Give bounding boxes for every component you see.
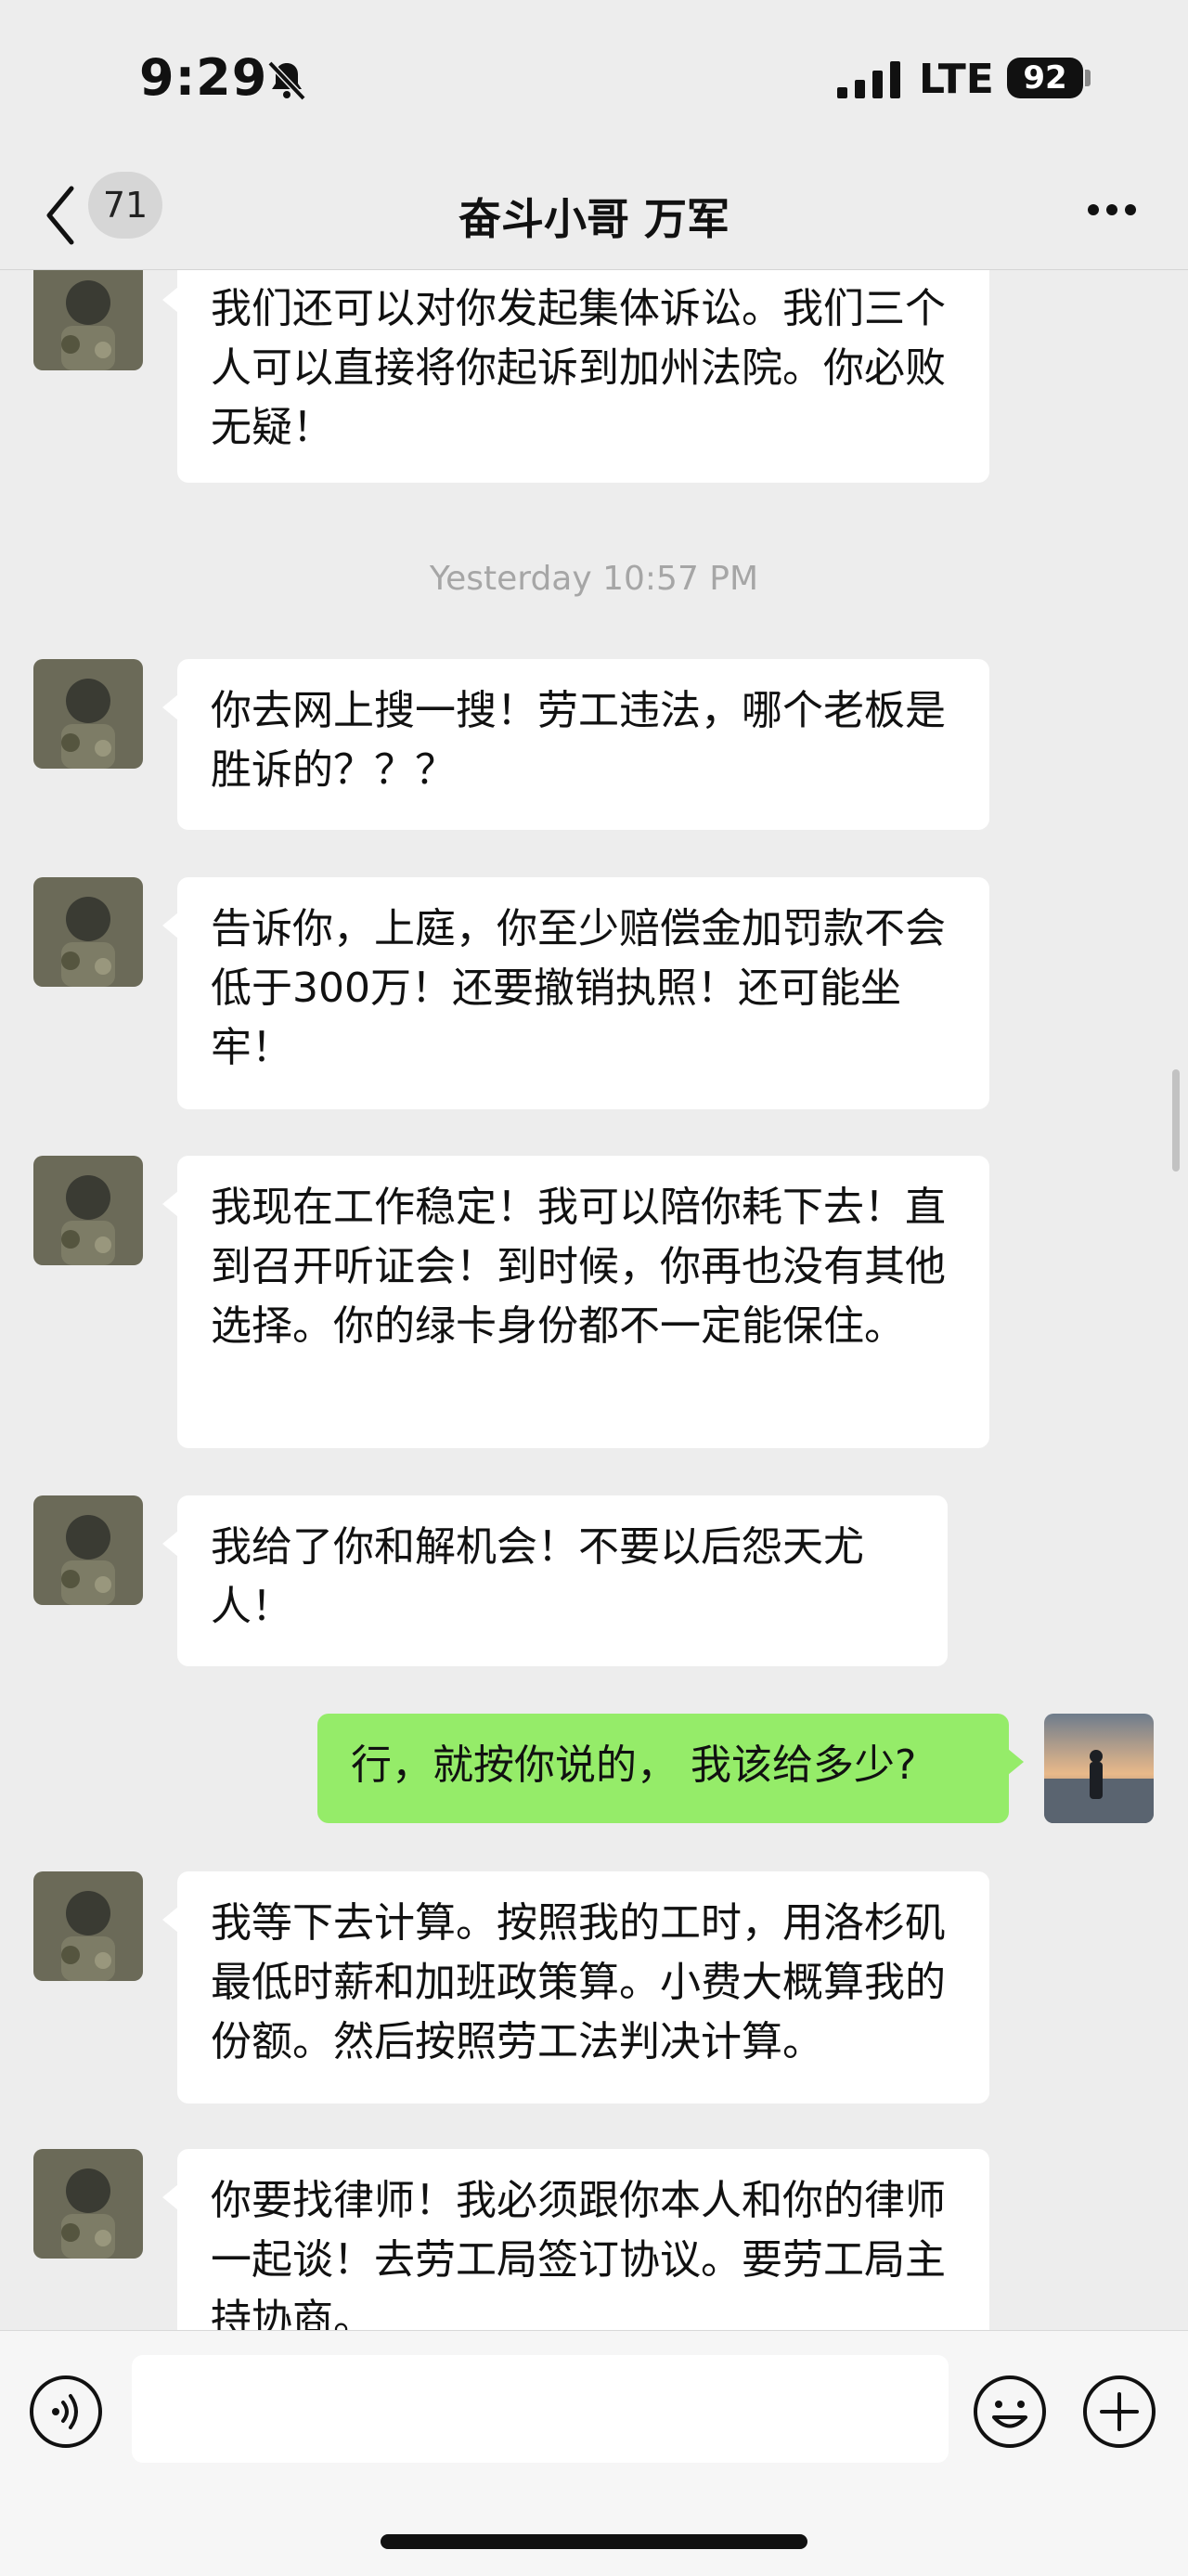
status-bar: 9:29 LTE 92 [0,0,1188,162]
message-bubble-incoming[interactable]: 你去网上搜一搜！劳工违法，哪个老板是胜诉的？？？ [162,659,989,830]
message-bubble-outgoing[interactable]: 行，就按你说的， 我该给多少? [317,1714,1024,1823]
bell-slash-icon [267,60,306,101]
message-bubble-incoming[interactable]: 你要找律师！我必须跟你本人和你的律师一起谈！去劳工局签订协议。要劳工局主持协商。 [162,2149,989,2330]
avatar[interactable] [33,270,143,370]
voice-icon[interactable] [28,2374,104,2450]
avatar[interactable] [33,1495,143,1605]
message-timestamp: Yesterday 10:57 PM [429,560,759,598]
message-bubble-incoming[interactable]: 我现在工作稳定！我可以陪你耗下去！直到召开听证会！到时候，你再也没有其他选择。你… [162,1156,989,1448]
avatar[interactable] [33,1156,143,1265]
message-bubble-incoming[interactable]: 我等下去计算。按照我的工时，用洛杉矶最低时薪和加班政策算。小费大概算我的份额。然… [162,1871,989,2104]
message-bubble-incoming[interactable]: 我们还可以对你发起集体诉讼。我们三个人可以直接将你起诉到加州法院。你必败无疑！ [162,270,989,483]
chat-title: 奋斗小哥 万军 [458,194,730,244]
battery-cap [1085,70,1091,86]
avatar[interactable] [33,659,143,769]
network-type: LTE [919,56,994,103]
smiley-icon[interactable] [972,2374,1048,2450]
avatar[interactable] [33,1871,143,1981]
message-bubble-incoming[interactable]: 告诉你，上庭，你至少赔偿金加罚款不会低于300万！还要撤销执照！还可能坐牢！ [162,877,989,1109]
avatar-self[interactable] [1044,1714,1154,1823]
avatar[interactable] [33,2149,143,2259]
battery-icon: 92 [1007,58,1083,98]
avatar[interactable] [33,877,143,987]
status-time: 9:29 [139,48,268,107]
plus-icon[interactable] [1081,2374,1157,2450]
message-bubble-incoming[interactable]: 我给了你和解机会！不要以后怨天尤人！ [162,1495,948,1666]
chat-message-list[interactable]: 我们还可以对你发起集体诉讼。我们三个人可以直接将你起诉到加州法院。你必败无疑！ … [0,270,1188,2330]
home-indicator[interactable] [381,2534,807,2549]
message-input[interactable] [132,2355,949,2463]
ellipsis-icon[interactable] [1086,202,1138,217]
signal-icon [837,61,900,98]
scrollbar[interactable] [1172,1069,1180,1171]
